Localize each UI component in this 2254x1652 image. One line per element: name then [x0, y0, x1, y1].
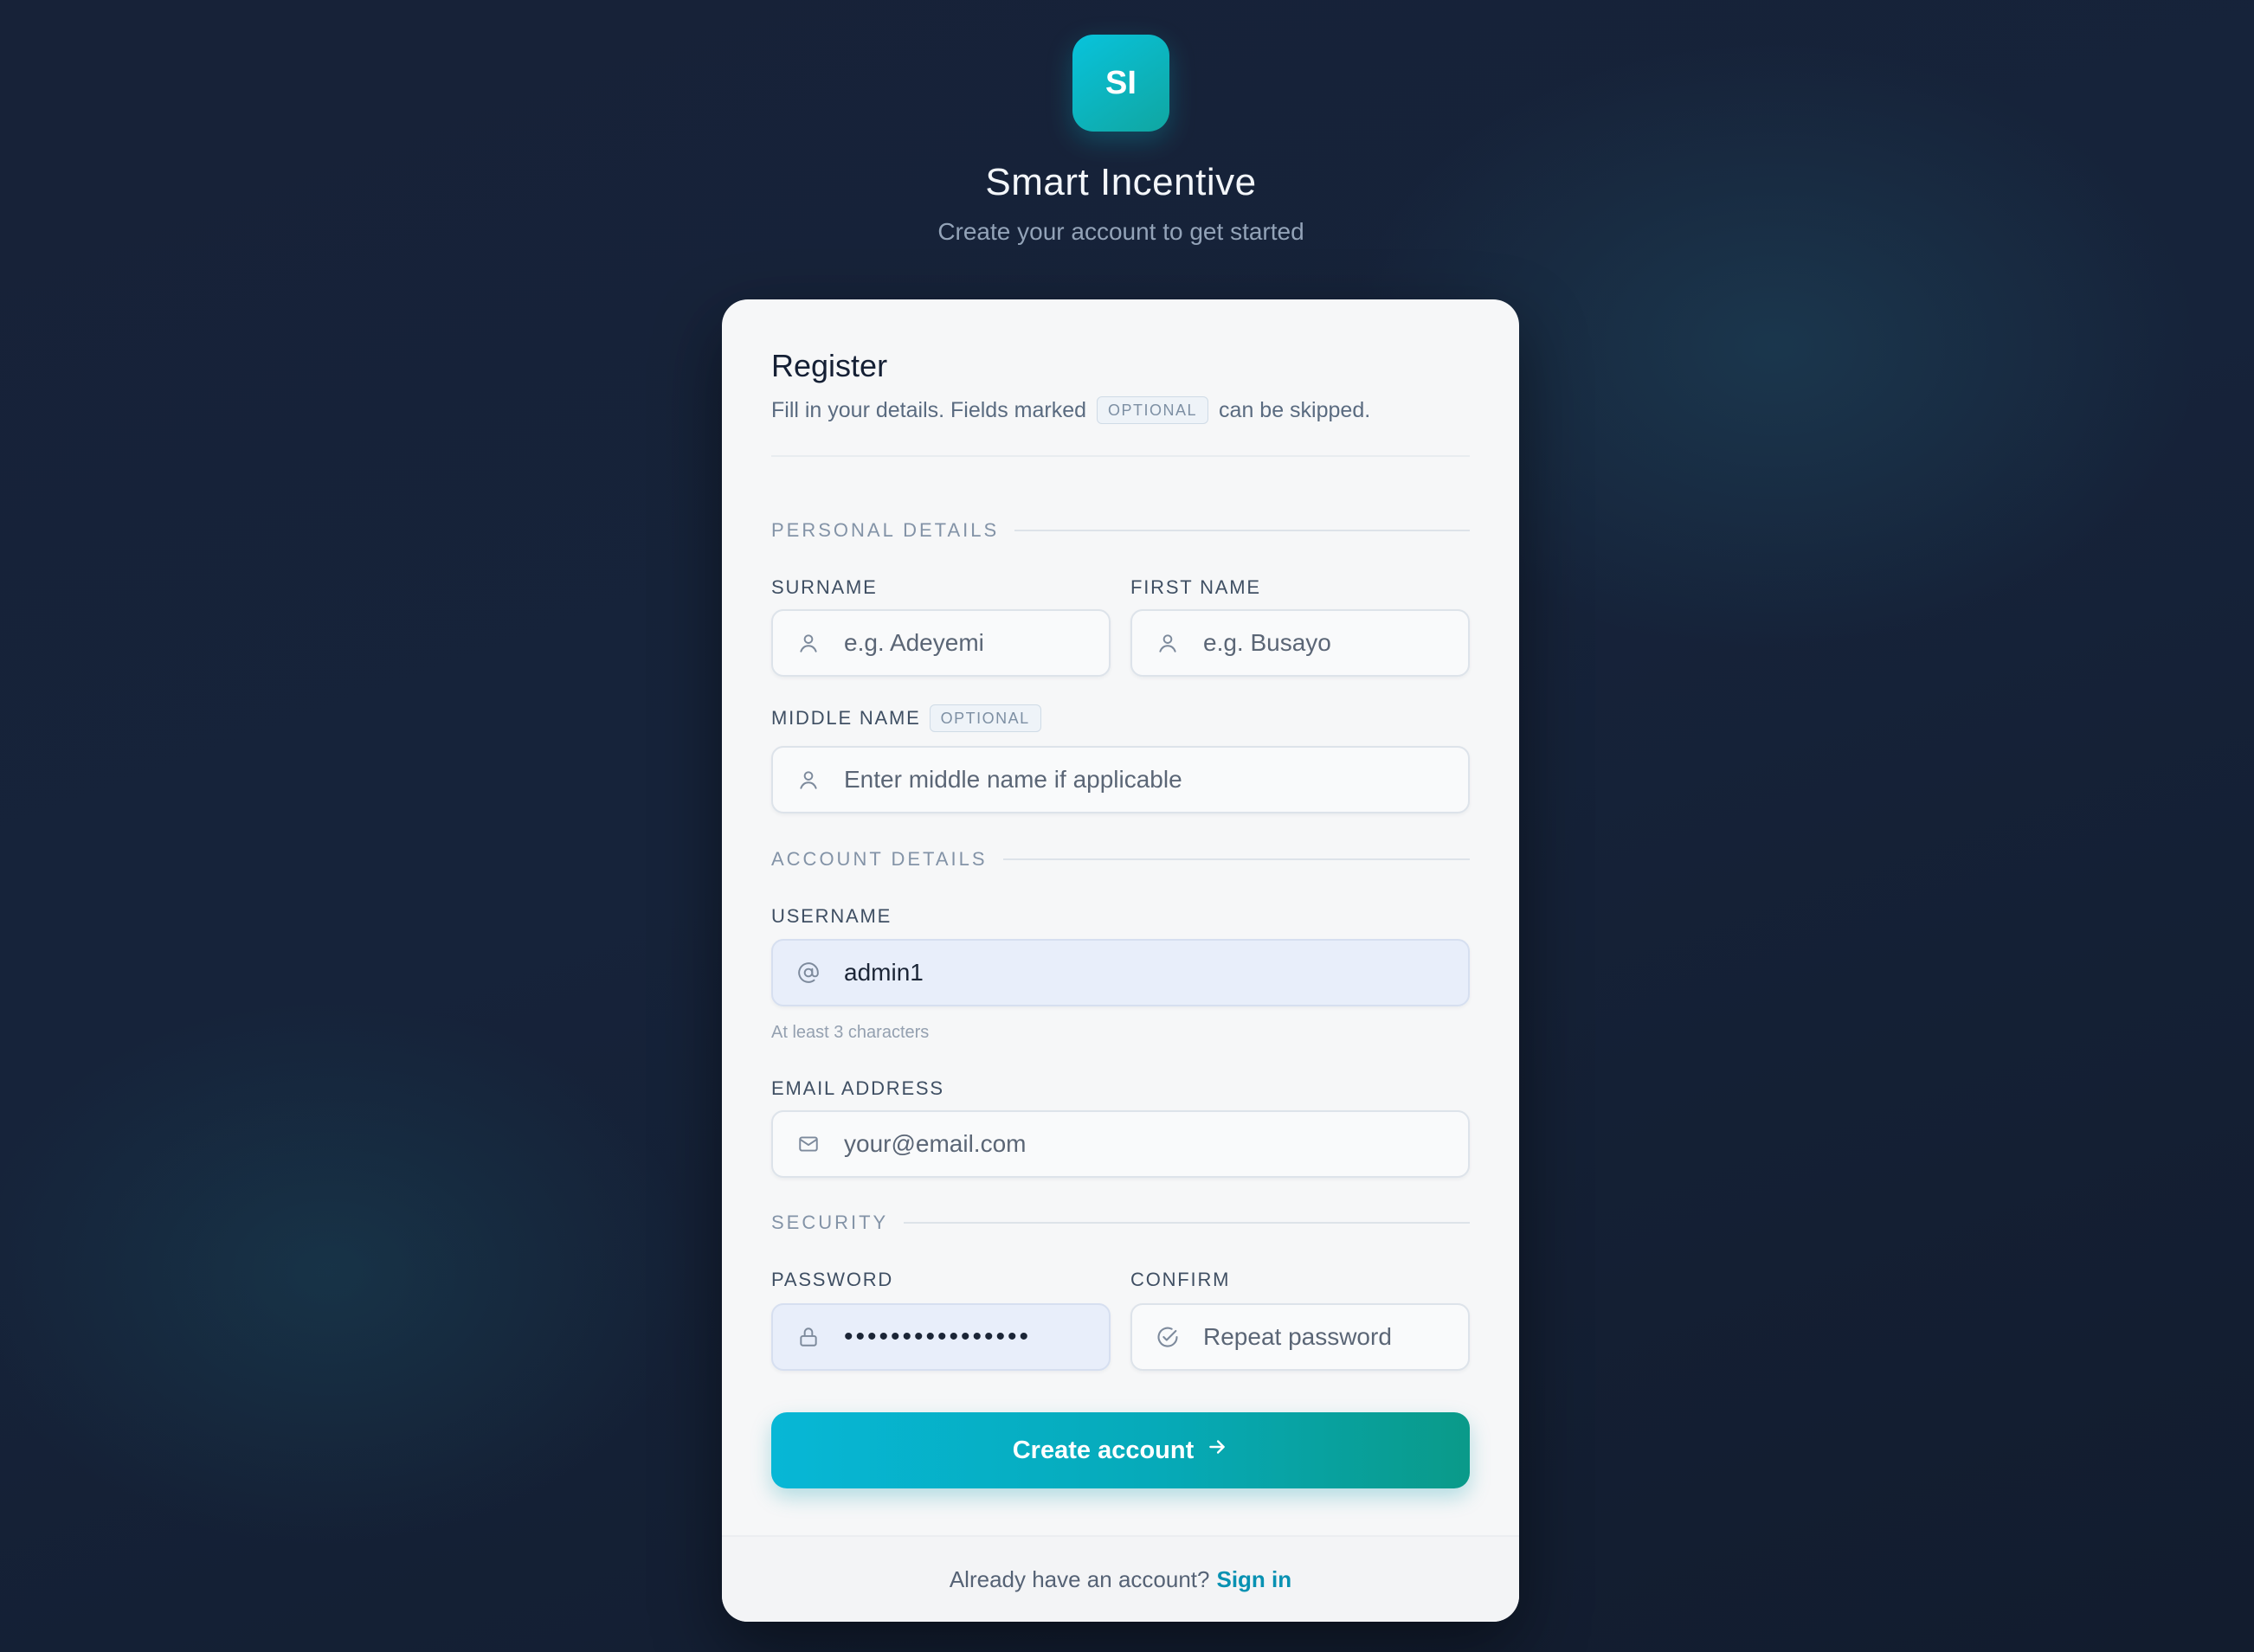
section-label: ACCOUNT DETAILS — [771, 848, 988, 870]
first-name-field[interactable] — [1130, 609, 1470, 677]
username-hint: At least 3 characters — [771, 1023, 930, 1042]
email-field[interactable] — [771, 1110, 1470, 1178]
surname-field[interactable] — [771, 609, 1111, 677]
user-icon — [773, 768, 844, 791]
first-name-label: FIRST NAME — [1130, 576, 1261, 598]
card-footer: Already have an account? Sign in — [722, 1535, 1519, 1622]
username-label: USERNAME — [771, 905, 892, 927]
email-input[interactable] — [844, 1112, 1468, 1176]
sign-in-link[interactable]: Sign in — [1216, 1566, 1291, 1593]
surname-label: SURNAME — [771, 576, 878, 598]
confirm-password-input[interactable] — [1203, 1305, 1468, 1369]
at-sign-icon — [773, 961, 844, 984]
section-label: PERSONAL DETAILS — [771, 519, 1000, 541]
section-divider — [904, 1222, 1470, 1224]
footer-text: Already have an account? — [949, 1565, 1210, 1592]
app-subtitle: Create your account to get started — [937, 218, 1304, 245]
section-divider — [1014, 530, 1470, 531]
confirm-label: CONFIRM — [1130, 1269, 1231, 1290]
header-divider — [771, 455, 1470, 457]
logo-text: SI — [1105, 64, 1137, 101]
username-input[interactable] — [844, 941, 1468, 1005]
section-security: SECURITY — [771, 1212, 1470, 1234]
form-description-text: Fill in your details. Fields marked — [771, 397, 1087, 422]
middle-name-input[interactable] — [844, 748, 1468, 812]
confirm-password-field[interactable] — [1130, 1303, 1470, 1371]
section-account-details: ACCOUNT DETAILS — [771, 848, 1470, 871]
arrow-right-icon — [1206, 1436, 1228, 1465]
first-name-input[interactable] — [1203, 611, 1468, 675]
register-card: Register Fill in your details. Fields ma… — [722, 299, 1519, 1622]
brand-header: SI Smart Incentive Create your account t… — [0, 35, 2242, 246]
password-input[interactable] — [844, 1305, 1109, 1369]
username-field[interactable] — [771, 939, 1470, 1006]
create-account-button[interactable]: Create account — [771, 1412, 1470, 1488]
surname-input[interactable] — [844, 611, 1109, 675]
email-label: EMAIL ADDRESS — [771, 1077, 944, 1099]
form-title: Register — [771, 348, 888, 383]
app-title: Smart Incentive — [985, 161, 1257, 203]
mail-icon — [773, 1133, 844, 1155]
password-field[interactable] — [771, 1303, 1111, 1371]
middle-name-field[interactable] — [771, 746, 1470, 813]
create-account-label: Create account — [1012, 1436, 1195, 1464]
user-icon — [1132, 632, 1203, 654]
user-icon — [773, 632, 844, 654]
section-label: SECURITY — [771, 1212, 889, 1233]
app-logo: SI — [1072, 35, 1169, 132]
password-label: PASSWORD — [771, 1269, 894, 1290]
middle-name-label: MIDDLE NAME OPTIONAL — [771, 704, 1041, 732]
middle-name-label-text: MIDDLE NAME — [771, 707, 921, 729]
section-personal-details: PERSONAL DETAILS — [771, 519, 1470, 542]
check-circle-icon — [1132, 1325, 1203, 1349]
form-description: Fill in your details. Fields marked OPTI… — [771, 396, 1470, 424]
form-description-suffix: can be skipped. — [1219, 397, 1371, 422]
lock-icon — [773, 1326, 844, 1348]
optional-badge: OPTIONAL — [1097, 396, 1209, 424]
section-divider — [1002, 858, 1470, 860]
optional-badge: OPTIONAL — [929, 704, 1041, 732]
